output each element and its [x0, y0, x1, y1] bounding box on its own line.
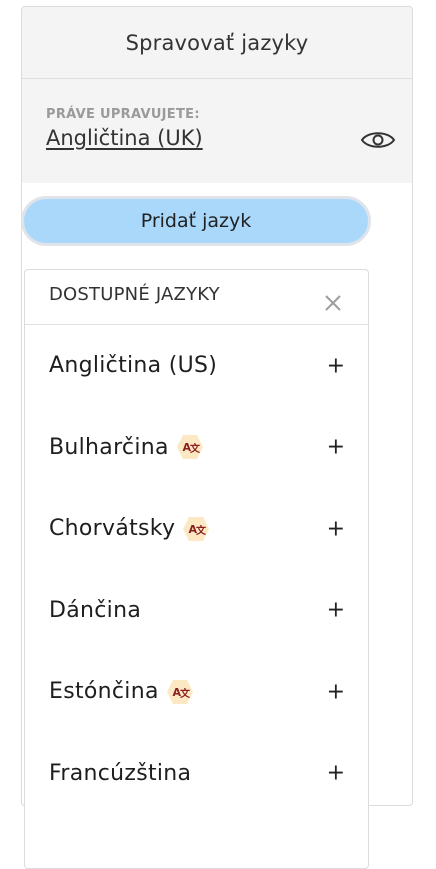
translate-icon: A文 [182, 516, 210, 542]
close-icon[interactable] [322, 286, 344, 316]
add-language-plus-icon[interactable]: + [326, 353, 346, 378]
svg-text:文: 文 [190, 442, 201, 455]
language-label: Dánčina [49, 597, 142, 623]
available-languages-header: DOSTUPNÉ JAZYKY [25, 270, 368, 325]
language-label: Francúzština [49, 760, 192, 786]
add-language-plus-icon[interactable]: + [326, 598, 346, 623]
currently-editing-label: PRÁVE UPRAVUJETE: [46, 107, 200, 122]
language-label: Chorvátsky [49, 516, 176, 542]
current-language-link[interactable]: Angličtina (UK) [46, 126, 203, 150]
language-row[interactable]: Francúzština + [25, 733, 368, 815]
add-language-plus-icon[interactable]: + [326, 516, 346, 541]
language-row[interactable]: Chorvátsky A 文 + [25, 488, 368, 570]
translate-icon: A文 [166, 679, 194, 705]
add-language-plus-icon[interactable]: + [326, 761, 346, 786]
translate-icon: A文 [176, 434, 204, 460]
language-row[interactable]: Bulharčina A 文 + [25, 407, 368, 489]
currently-editing-section: PRÁVE UPRAVUJETE: Angličtina (UK) [22, 79, 412, 183]
available-languages-title: DOSTUPNÉ JAZYKY [49, 284, 220, 305]
available-languages-list: DOSTUPNÉ JAZYKY Angličtina (US) + Bulharči… [24, 269, 369, 869]
add-language-plus-icon[interactable]: + [326, 435, 346, 460]
add-language-button[interactable]: Pridať jazyk [21, 196, 371, 246]
language-rows: Angličtina (US) + Bulharčina A 文 + Chorvátsky A… [25, 325, 368, 814]
eye-icon[interactable] [360, 128, 396, 152]
svg-text:文: 文 [180, 687, 191, 700]
language-label: Estónčina [49, 679, 159, 705]
language-label: Angličtina (US) [49, 353, 218, 379]
language-row[interactable]: Estónčina A 文 + [25, 651, 368, 733]
svg-text:文: 文 [196, 524, 207, 537]
panel-title: Spravovať jazyky [22, 7, 412, 79]
language-row[interactable]: Dánčina + [25, 570, 368, 652]
language-row[interactable]: Angličtina (US) + [25, 325, 368, 407]
language-label: Bulharčina [49, 434, 169, 460]
add-language-plus-icon[interactable]: + [326, 679, 346, 704]
